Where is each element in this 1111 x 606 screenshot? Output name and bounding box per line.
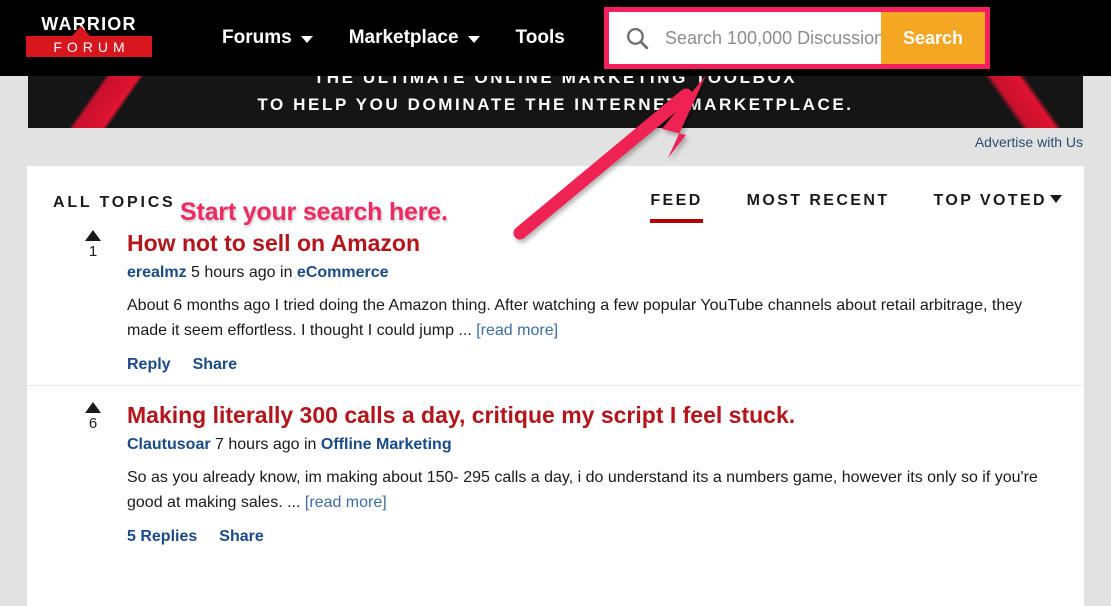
reply-button[interactable]: Reply: [127, 356, 171, 374]
tab-top-voted-label: TOP VOTED: [933, 192, 1047, 209]
post-author[interactable]: erealmz: [127, 264, 187, 281]
triangle-icon: [72, 26, 90, 36]
promo-banner[interactable]: THE ULTIMATE ONLINE MARKETING TOOLBOX TO…: [28, 76, 1083, 128]
post-excerpt: About 6 months ago I tried doing the Ama…: [127, 293, 1047, 343]
post-title[interactable]: Making literally 300 calls a day, critiq…: [127, 402, 1058, 429]
read-more-link[interactable]: [read more]: [305, 494, 387, 511]
nav-item-marketplace[interactable]: Marketplace: [349, 27, 480, 49]
nav-item-tools-label: Tools: [515, 27, 565, 48]
logo-forum-text: FORUM: [53, 38, 130, 55]
banner-line-2: TO HELP YOU DOMINATE THE INTERNET MARKET…: [257, 95, 854, 114]
share-button[interactable]: Share: [193, 356, 237, 374]
post-actions: 5 Replies Share: [127, 528, 1058, 546]
post-actions: Reply Share: [127, 356, 1058, 374]
nav-item-tools[interactable]: Tools: [516, 27, 565, 49]
caret-down-icon: [1050, 195, 1062, 203]
chevron-down-icon: [300, 36, 313, 43]
post-title[interactable]: How not to sell on Amazon: [127, 230, 1058, 257]
nav-item-forums-label: Forums: [222, 27, 292, 48]
logo-top-row: WARRIOR: [26, 13, 152, 36]
site-logo[interactable]: WARRIOR FORUM: [26, 13, 152, 57]
post-excerpt: So as you already know, im making about …: [127, 465, 1047, 515]
nav-item-marketplace-label: Marketplace: [348, 27, 459, 48]
tab-feed[interactable]: FEED: [650, 192, 703, 223]
upvote-arrow-icon[interactable]: [85, 402, 101, 413]
page-title: ALL TOPICS: [53, 194, 176, 211]
site-header: WARRIOR FORUM Forums Marketplace Tools S…: [0, 0, 1111, 76]
chevron-down-icon: [467, 36, 480, 43]
content-card: ALL TOPICS FEED MOST RECENT TOP VOTED 1 …: [27, 166, 1084, 606]
logo-bottom-row: FORUM: [26, 36, 152, 57]
post-meta-in: in: [280, 264, 293, 281]
vote-count: 6: [88, 415, 98, 432]
vote-count: 1: [88, 243, 98, 260]
post-item: 1 How not to sell on Amazon erealmz 5 ho…: [27, 230, 1084, 374]
post-item: 6 Making literally 300 calls a day, crit…: [27, 385, 1084, 546]
replies-button[interactable]: 5 Replies: [127, 528, 197, 546]
post-forum[interactable]: eCommerce: [297, 264, 389, 281]
nav-item-forums[interactable]: Forums: [222, 27, 313, 49]
share-button[interactable]: Share: [219, 528, 263, 546]
upvote-arrow-icon[interactable]: [85, 230, 101, 241]
vote-control[interactable]: 6: [79, 402, 107, 431]
search-highlight-box: [604, 7, 990, 69]
post-time: 7 hours ago: [215, 436, 300, 453]
post-body: Making literally 300 calls a day, critiq…: [127, 402, 1058, 546]
tab-top-voted[interactable]: TOP VOTED: [934, 192, 1062, 219]
main-navigation: Forums Marketplace Tools: [222, 0, 565, 76]
tab-most-recent-label: MOST RECENT: [746, 192, 890, 209]
post-forum[interactable]: Offline Marketing: [321, 436, 452, 453]
post-author[interactable]: Clautusoar: [127, 436, 211, 453]
post-time: 5 hours ago: [191, 264, 276, 281]
sort-tabs: FEED MOST RECENT TOP VOTED: [650, 192, 1062, 223]
post-meta: erealmz 5 hours ago in eCommerce: [127, 262, 1058, 284]
post-excerpt-text: About 6 months ago I tried doing the Ama…: [127, 297, 1023, 339]
vote-control[interactable]: 1: [79, 230, 107, 259]
content-toolbar: ALL TOPICS FEED MOST RECENT TOP VOTED: [27, 166, 1084, 230]
tab-feed-label: FEED: [650, 192, 703, 209]
banner-text: THE ULTIMATE ONLINE MARKETING TOOLBOX TO…: [28, 76, 1083, 118]
advertise-with-us-link[interactable]: Advertise with Us: [975, 134, 1083, 150]
post-meta-in: in: [304, 436, 317, 453]
post-excerpt-text: So as you already know, im making about …: [127, 469, 1038, 511]
post-meta: Clautusoar 7 hours ago in Offline Market…: [127, 434, 1058, 456]
read-more-link[interactable]: [read more]: [476, 322, 558, 339]
tab-most-recent[interactable]: MOST RECENT: [747, 192, 890, 219]
post-body: How not to sell on Amazon erealmz 5 hour…: [127, 230, 1058, 374]
banner-line-1: THE ULTIMATE ONLINE MARKETING TOOLBOX: [313, 76, 798, 87]
